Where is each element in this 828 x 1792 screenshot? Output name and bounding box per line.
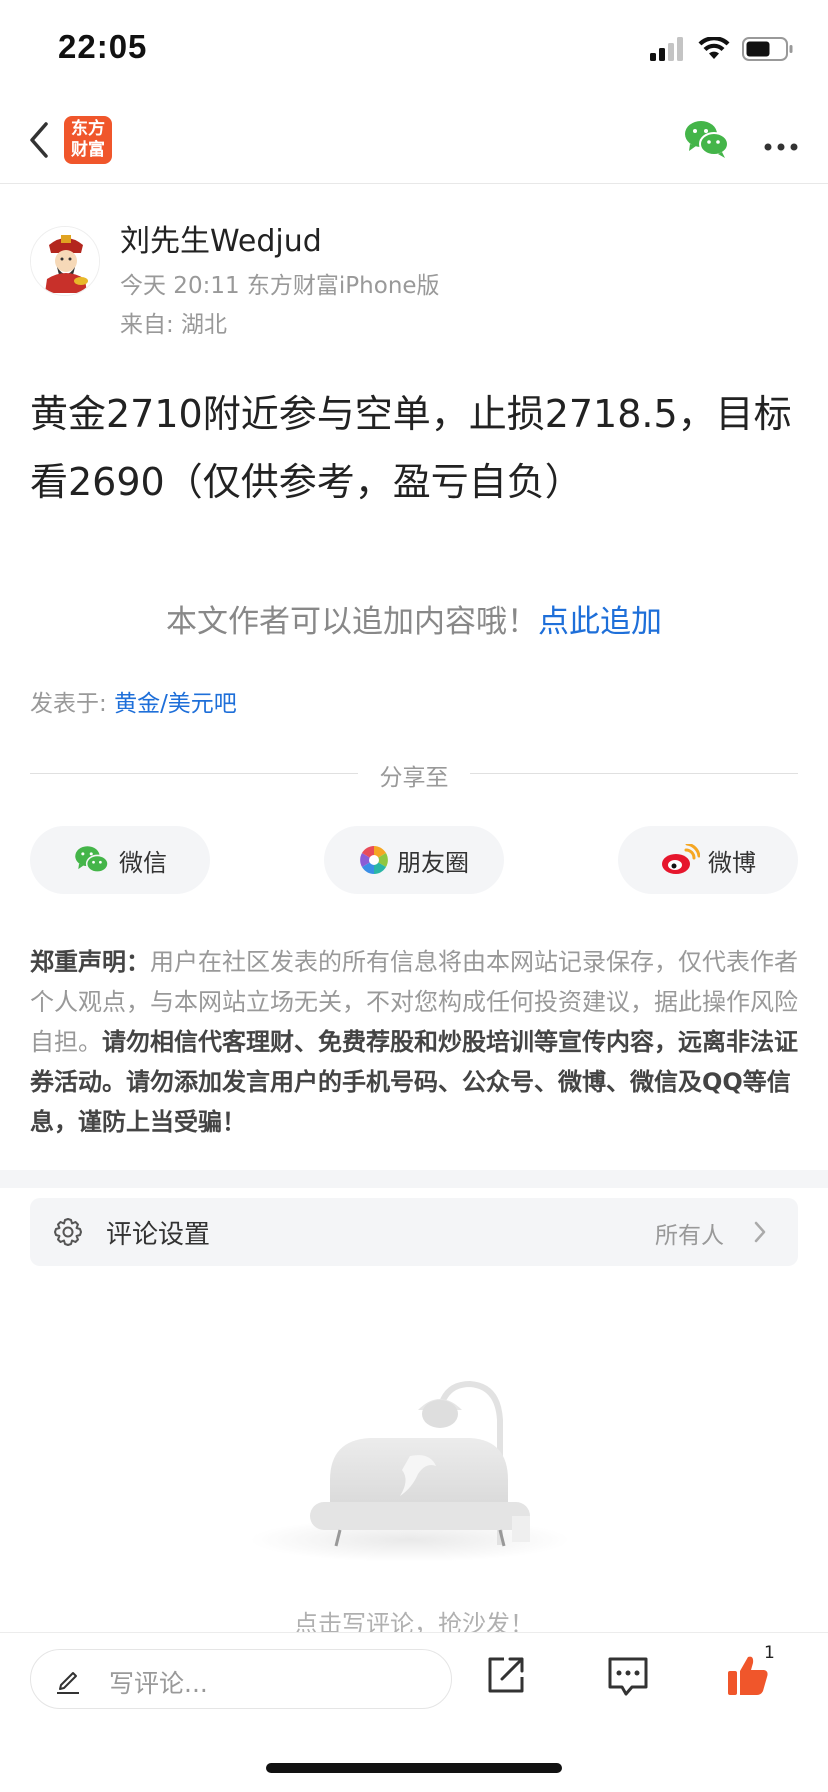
home-indicator[interactable]: [266, 1763, 562, 1773]
share-divider: 分享至: [30, 758, 798, 791]
author-avatar[interactable]: [30, 226, 100, 296]
battery-icon: [742, 37, 793, 61]
wechat-icon: [75, 846, 109, 873]
posted-in-label: 发表于:: [30, 691, 115, 717]
more-dots-icon: [764, 143, 798, 151]
status-time: 22:05: [58, 28, 148, 65]
bottom-bar: 写评论... 1: [0, 1632, 828, 1792]
back-button[interactable]: [22, 116, 62, 164]
more-button[interactable]: [764, 136, 798, 151]
status-icons: [650, 34, 794, 64]
wechat-share-button[interactable]: [684, 118, 730, 160]
share-wechat-button[interactable]: 微信: [30, 826, 210, 894]
logo-line1: 东方: [71, 119, 105, 139]
comment-settings-value: 所有人: [655, 1223, 724, 1249]
share-moments-label: 朋友圈: [397, 848, 469, 877]
posted-in: 发表于: 黄金/美元吧: [30, 684, 237, 718]
eastmoney-logo[interactable]: 东方 财富: [64, 116, 112, 164]
disclaimer: 郑重声明：用户在社区发表的所有信息将由本网站记录保存，仅代表作者个人观点，与本网…: [30, 942, 800, 1142]
comment-settings-row[interactable]: 评论设置 所有人: [30, 1198, 798, 1266]
chevron-right-icon: [754, 1221, 766, 1243]
like-count: 1: [764, 1643, 775, 1663]
disclaimer-bold: 请勿相信代客理财、免费荐股和炒股培训等宣传内容，远离非法证券活动。请勿添加发言用…: [30, 1028, 798, 1136]
forum-link[interactable]: 黄金/美元吧: [114, 691, 237, 717]
cellular-signal-icon: [650, 37, 683, 61]
empty-sofa-illustration: [240, 1370, 580, 1570]
logo-line2: 财富: [71, 140, 105, 160]
comments-icon[interactable]: [604, 1651, 652, 1699]
share-weibo-button[interactable]: 微博: [618, 826, 798, 894]
nav-bar: 东方 财富: [0, 96, 828, 184]
comment-settings-title: 评论设置: [106, 1220, 211, 1250]
chevron-left-icon: [30, 122, 48, 158]
sofa-lamp-icon: [250, 1380, 570, 1562]
moments-icon: [360, 846, 388, 874]
wechat-icon: [685, 121, 729, 158]
wifi-icon: [698, 37, 730, 59]
append-link[interactable]: 点此追加: [538, 604, 662, 640]
author-name[interactable]: 刘先生Wedjud: [120, 216, 322, 260]
comment-input-placeholder: 写评论...: [109, 1669, 208, 1698]
empty-state-text[interactable]: 点击写评论，抢沙发！: [0, 1604, 828, 1632]
post-meta: 今天 20:11 东方财富iPhone版: [120, 273, 440, 299]
share-label: 分享至: [379, 765, 449, 791]
comment-input[interactable]: 写评论...: [30, 1649, 452, 1709]
gear-icon: [54, 1218, 82, 1246]
author-location: 来自: 湖北: [120, 312, 228, 338]
disclaimer-heading: 郑重声明：: [30, 948, 150, 976]
section-gap: [0, 1170, 828, 1188]
share-weibo-label: 微博: [708, 848, 756, 877]
post-content: 黄金2710附近参与空单，止损2718.5，目标看2690（仅供参考，盈亏自负）: [30, 392, 792, 504]
append-text: 本文作者可以追加内容哦！: [166, 604, 538, 640]
share-moments-button[interactable]: 朋友圈: [324, 826, 504, 894]
pen-icon: [57, 1672, 79, 1694]
weibo-icon: [662, 844, 700, 874]
avatar-fortune-god-icon: [31, 227, 99, 295]
divider-line-right: [470, 773, 798, 774]
share-wechat-label: 微信: [119, 848, 167, 877]
append-prompt: 本文作者可以追加内容哦！点此追加: [0, 596, 828, 641]
status-bar: 22:05: [0, 0, 828, 96]
share-external-icon[interactable]: [482, 1651, 530, 1699]
